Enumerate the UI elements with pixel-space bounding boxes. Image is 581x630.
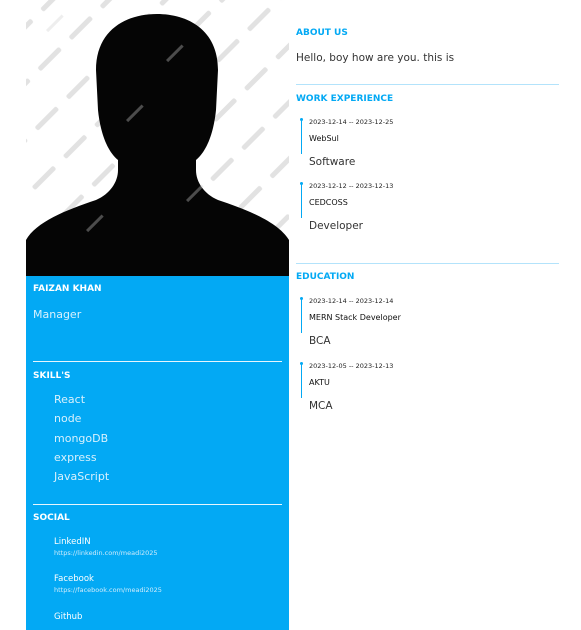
skill-item: JavaScript xyxy=(54,470,110,484)
skill-item: mongoDB xyxy=(54,431,109,445)
entry-organization: WebSul xyxy=(309,134,339,143)
sidebar-divider xyxy=(33,504,282,505)
about-heading: ABOUT US xyxy=(296,28,348,38)
work-heading: WORK EXPERIENCE xyxy=(296,94,394,104)
skill-item: express xyxy=(54,450,97,464)
education-heading: EDUCATION xyxy=(296,272,355,282)
social-name: Github xyxy=(54,612,83,622)
skill-item: React xyxy=(54,393,86,406)
social-name: LinkedIN xyxy=(54,537,91,547)
profile-name: FAIZAN KHAN xyxy=(33,284,102,294)
section-divider xyxy=(296,84,559,85)
timeline-bar xyxy=(301,120,302,154)
timeline-bar xyxy=(301,184,302,218)
entry-organization: MERN Stack Developer xyxy=(309,313,401,322)
profile-silhouette-image xyxy=(26,0,289,276)
skills-heading: SKILL'S xyxy=(33,371,71,381)
skill-item: node xyxy=(54,412,82,426)
sidebar: FAIZAN KHAN Manager SKILL'S React node m… xyxy=(26,276,289,630)
social-item-linkedin[interactable]: LinkedIN https://linkedin.com/meadi2025 xyxy=(54,537,158,558)
entry-dates: 2023-12-14 -- 2023-12-14 xyxy=(309,297,394,305)
entry-title: Developer xyxy=(309,220,364,232)
profile-role: Manager xyxy=(33,308,82,321)
entry-title: Software xyxy=(309,156,356,168)
sidebar-divider xyxy=(33,361,282,362)
social-item-github[interactable]: Github xyxy=(54,612,82,622)
social-url[interactable]: https://facebook.com/meadi2025 xyxy=(54,585,162,595)
about-text: Hello, boy how are you. this is xyxy=(296,52,455,64)
social-item-facebook[interactable]: Facebook https://facebook.com/meadi2025 xyxy=(54,574,162,595)
social-name: Facebook xyxy=(54,574,94,584)
left-column: FAIZAN KHAN Manager SKILL'S React node m… xyxy=(26,0,289,630)
entry-dates: 2023-12-12 -- 2023-12-13 xyxy=(309,182,394,190)
section-divider xyxy=(296,263,559,264)
timeline-bar xyxy=(301,364,302,398)
entry-dates: 2023-12-05 -- 2023-12-13 xyxy=(309,362,394,370)
entry-organization: AKTU xyxy=(309,378,330,387)
social-url[interactable]: https://linkedin.com/meadi2025 xyxy=(54,548,158,558)
entry-dates: 2023-12-14 -- 2023-12-25 xyxy=(309,118,394,126)
social-heading: SOCIAL xyxy=(33,513,70,523)
timeline-bar xyxy=(301,299,302,333)
skills-list: React node mongoDB express JavaScript xyxy=(54,393,110,490)
entry-title: MCA xyxy=(309,400,333,412)
profile-photo xyxy=(26,0,289,276)
entry-organization: CEDCOSS xyxy=(309,198,348,207)
entry-title: BCA xyxy=(309,335,331,347)
